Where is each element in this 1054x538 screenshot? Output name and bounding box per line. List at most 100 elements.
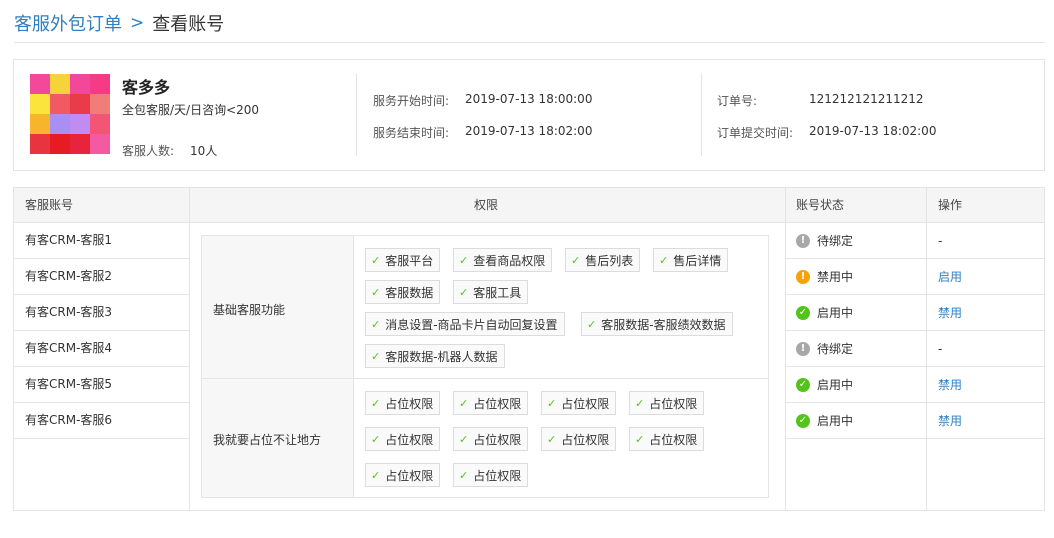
avatar-tile (50, 114, 70, 134)
avatar-tile (50, 94, 70, 114)
order-summary-card: 客多多 全包客服/天/日咨询<200 客服人数: 10人 服务开始时间: 201… (13, 59, 1045, 171)
check-icon: ✓ (371, 253, 381, 267)
check-circle-icon: ✓ (796, 305, 810, 320)
avatar-tile (90, 94, 110, 114)
order-number-value: 121212121211212 (809, 92, 924, 106)
alert-circle-icon: ! (796, 233, 810, 248)
check-icon: ✓ (371, 349, 381, 363)
account-row[interactable]: 有客CRM-客服6 (14, 403, 189, 439)
package-description: 全包客服/天/日咨询<200 (122, 103, 260, 117)
status-cell: ✓ 启用中 (786, 367, 926, 403)
disable-link[interactable]: 禁用 (938, 412, 962, 429)
avatar-tile (50, 74, 70, 94)
submit-time-value: 2019-07-13 18:02:00 (809, 124, 937, 138)
action-placeholder: - (938, 233, 943, 248)
summary-divider (356, 74, 357, 156)
avatar-tile (30, 94, 50, 114)
group-divider (202, 378, 768, 379)
permission-tag-label: 占位权限 (473, 468, 522, 483)
header-account: 客服账号 (25, 198, 74, 212)
account-permission-table: 客服账号 权限 账号状态 操作 有客CRM-客服1! 待绑定 - 有客CRM-客服2!… (13, 187, 1045, 511)
check-icon: ✓ (371, 317, 381, 331)
group-name-column (202, 236, 354, 497)
action-placeholder: - (938, 341, 943, 356)
account-row[interactable]: 有客CRM-客服3 (14, 295, 189, 331)
permission-tag: ✓ 消息设置-商品卡片自动回复设置 (365, 312, 565, 336)
check-icon: ✓ (459, 285, 469, 299)
account-row[interactable]: 有客CRM-客服1 (14, 223, 189, 259)
avatar-tile (70, 114, 90, 134)
header-divider (14, 42, 1045, 43)
account-row[interactable]: 有客CRM-客服5 (14, 367, 189, 403)
action-cell: 禁用 (927, 367, 1044, 403)
check-icon: ✓ (371, 285, 381, 299)
permission-tag: ✓ 占位权限 (453, 427, 529, 451)
breadcrumb-separator: > (130, 13, 145, 33)
permission-tag: ✓ 售后详情 (653, 248, 729, 272)
group-name: 基础客服功能 (213, 303, 286, 317)
permission-tag: ✓ 占位权限 (629, 427, 705, 451)
permission-tag-label: 占位权限 (561, 432, 610, 447)
disable-link[interactable]: 禁用 (938, 304, 962, 321)
avatar-tile (30, 114, 50, 134)
status-text: 待绑定 (817, 342, 854, 356)
permission-tag-label: 消息设置-商品卡片自动回复设置 (385, 317, 558, 332)
permission-tag-label: 占位权限 (385, 468, 434, 483)
permission-tag-label: 客服数据-客服绩效数据 (601, 317, 726, 332)
enable-link[interactable]: 启用 (938, 268, 962, 285)
permission-tag-label: 客服工具 (473, 285, 522, 300)
permission-groups-box: 基础客服功能 我就要占位不让地方 ✓ 客服平台 ✓ 查看商品权限 ✓ 售后列表 ✓ 售后详情 ✓… (201, 235, 769, 498)
avatar-tile (50, 134, 70, 154)
permission-tag: ✓ 客服工具 (453, 280, 529, 304)
breadcrumb: 客服外包订单 > 查看账号 (14, 10, 224, 36)
permission-tag: ✓ 占位权限 (541, 427, 617, 451)
status-cell: ✓ 启用中 (786, 295, 926, 331)
check-icon: ✓ (371, 432, 381, 446)
check-circle-icon: ✓ (796, 413, 810, 428)
permission-tag-label: 售后列表 (585, 253, 634, 268)
action-cell: - (927, 331, 1044, 367)
permission-tag: ✓ 客服数据 (365, 280, 441, 304)
check-icon: ✓ (459, 432, 469, 446)
account-row[interactable]: 有客CRM-客服4 (14, 331, 189, 367)
customer-avatar (30, 74, 110, 154)
order-number-label: 订单号: (717, 94, 758, 108)
avatar-tile (70, 94, 90, 114)
permission-tag: ✓ 客服数据-客服绩效数据 (581, 312, 733, 336)
account-row[interactable]: 有客CRM-客服2 (14, 259, 189, 295)
staff-count-label: 客服人数: (122, 144, 175, 158)
alert-circle-icon: ! (796, 341, 810, 356)
permission-tag-label: 客服平台 (385, 253, 434, 268)
permission-tag-label: 客服数据 (385, 285, 434, 300)
service-end-value: 2019-07-13 18:02:00 (465, 124, 593, 138)
service-end-label: 服务结束时间: (373, 126, 450, 140)
action-cell: 禁用 (927, 403, 1044, 439)
avatar-tile (70, 74, 90, 94)
status-cell: ! 待绑定 (786, 331, 926, 367)
check-icon: ✓ (547, 396, 557, 410)
action-cell: 启用 (927, 259, 1044, 295)
group-name: 我就要占位不让地方 (213, 433, 322, 447)
avatar-tile (30, 134, 50, 154)
page-title: 查看账号 (152, 14, 225, 35)
avatar-tile (90, 114, 110, 134)
service-start-label: 服务开始时间: (373, 94, 450, 108)
service-start-value: 2019-07-13 18:00:00 (465, 92, 593, 106)
header-permission: 权限 (474, 198, 499, 212)
disable-link[interactable]: 禁用 (938, 376, 962, 393)
check-icon: ✓ (371, 468, 381, 482)
action-cell: 禁用 (927, 295, 1044, 331)
status-cell: ! 待绑定 (786, 223, 926, 259)
permission-tag: ✓ 占位权限 (453, 391, 529, 415)
breadcrumb-parent-link[interactable]: 客服外包订单 (14, 10, 122, 36)
avatar-tile (90, 134, 110, 154)
column-divider (189, 188, 190, 510)
permission-tag: ✓ 客服平台 (365, 248, 441, 272)
permission-tag: ✓ 占位权限 (365, 391, 441, 415)
check-icon: ✓ (587, 317, 597, 331)
status-cell: ✓ 启用中 (786, 403, 926, 439)
permission-tag-label: 查看商品权限 (473, 253, 546, 268)
status-text: 启用中 (817, 378, 854, 392)
alert-circle-icon: ! (796, 269, 810, 284)
submit-time-label: 订单提交时间: (717, 126, 794, 140)
